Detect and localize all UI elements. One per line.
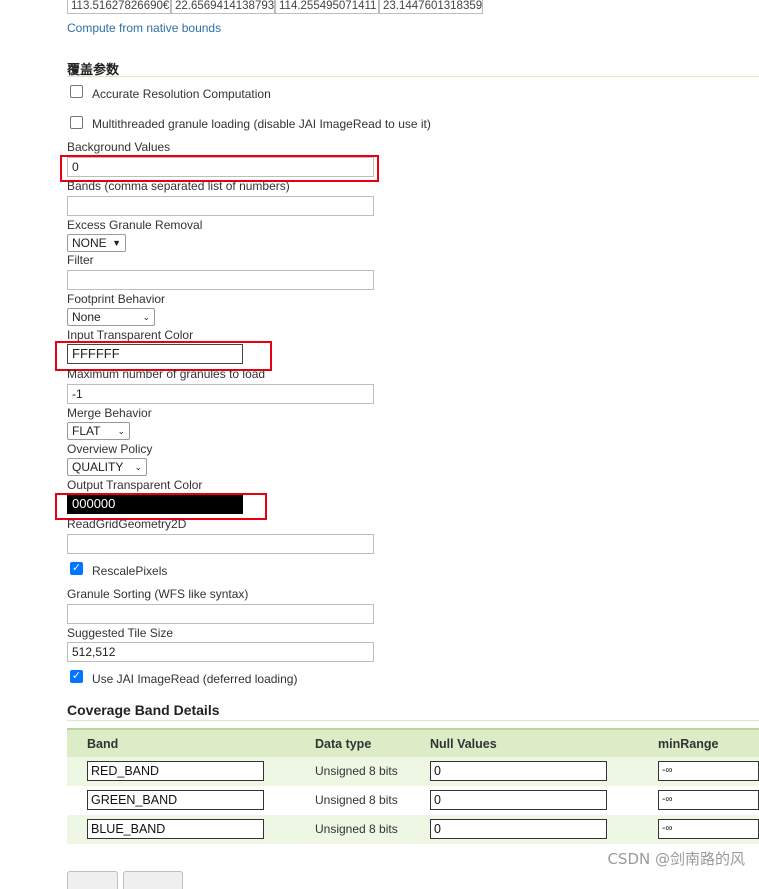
min-range-input[interactable]: -∞	[658, 819, 759, 839]
column-header-data-type: Data type	[315, 737, 372, 751]
overview-policy-select[interactable]: QUALITY ⌄	[67, 458, 147, 476]
save-button[interactable]	[67, 871, 118, 889]
band-name-input[interactable]: GREEN_BAND	[87, 790, 264, 810]
band-name-input[interactable]: BLUE_BAND	[87, 819, 264, 839]
excess-granule-removal-label: Excess Granule Removal	[67, 218, 203, 232]
null-value-input[interactable]: 0	[430, 761, 607, 781]
null-value-input[interactable]: 0	[430, 790, 607, 810]
cancel-button[interactable]	[123, 871, 183, 889]
chevron-down-icon: ▼	[112, 238, 121, 248]
excess-granule-removal-select[interactable]: NONE ▼	[67, 234, 126, 252]
rescale-pixels-checkbox[interactable]: ✓	[70, 562, 83, 575]
excess-granule-removal-value: NONE	[72, 236, 107, 250]
table-row: RED_BAND Unsigned 8 bits 0 -∞	[67, 757, 759, 786]
band-name-input[interactable]: RED_BAND	[87, 761, 264, 781]
null-value-input[interactable]: 0	[430, 819, 607, 839]
band-details-title: Coverage Band Details	[67, 702, 220, 718]
footprint-behavior-value: None	[72, 310, 101, 324]
filter-input[interactable]	[67, 270, 374, 290]
data-type-cell: Unsigned 8 bits	[315, 822, 398, 836]
suggested-tile-size-input[interactable]: 512,512	[67, 642, 374, 662]
read-grid-geometry-label: ReadGridGeometry2D	[67, 517, 187, 531]
chevron-down-icon: ⌄	[134, 462, 142, 472]
granule-sorting-input[interactable]	[67, 604, 374, 624]
chevron-down-icon: ⌄	[142, 312, 150, 322]
column-header-band: Band	[87, 737, 119, 751]
use-jai-checkbox[interactable]: ✓	[70, 670, 83, 683]
accurate-resolution-label: Accurate Resolution Computation	[92, 87, 271, 101]
bands-input[interactable]	[67, 196, 374, 216]
overview-policy-value: QUALITY	[72, 460, 124, 474]
data-type-cell: Unsigned 8 bits	[315, 764, 398, 778]
rescale-pixels-label: RescalePixels	[92, 564, 168, 578]
bbox-maxy-input[interactable]: 23.1447601318359	[379, 0, 483, 14]
granule-sorting-label: Granule Sorting (WFS like syntax)	[67, 587, 249, 601]
footprint-behavior-label: Footprint Behavior	[67, 292, 166, 306]
use-jai-label: Use JAI ImageRead (deferred loading)	[92, 672, 298, 686]
bands-label: Bands (comma separated list of numbers)	[67, 179, 290, 193]
compute-native-bounds-link[interactable]: Compute from native bounds	[67, 21, 221, 35]
max-granules-input[interactable]: -1	[67, 384, 374, 404]
data-type-cell: Unsigned 8 bits	[315, 793, 398, 807]
chevron-down-icon: ⌄	[117, 426, 125, 436]
suggested-tile-size-label: Suggested Tile Size	[67, 626, 174, 640]
merge-behavior-value: FLAT	[72, 424, 101, 438]
output-transparent-color-label: Output Transparent Color	[67, 478, 203, 492]
multithreaded-label: Multithreaded granule loading (disable J…	[92, 117, 431, 131]
min-range-input[interactable]: -∞	[658, 790, 759, 810]
bbox-row: 113.51627826690€ 22.6569414138793 114.25…	[67, 0, 483, 14]
filter-label: Filter	[67, 253, 94, 267]
input-transparent-color-label: Input Transparent Color	[67, 328, 194, 342]
table-header: Band Data type Null Values minRange	[67, 728, 759, 757]
footprint-behavior-select[interactable]: None ⌄	[67, 308, 155, 326]
bbox-minx-input[interactable]: 113.51627826690€	[67, 0, 171, 14]
background-values-label: Background Values	[67, 140, 171, 154]
section-divider	[67, 720, 759, 721]
table-row: GREEN_BAND Unsigned 8 bits 0 -∞	[67, 786, 759, 815]
merge-behavior-label: Merge Behavior	[67, 406, 152, 420]
bbox-maxx-input[interactable]: 114.255495071411	[275, 0, 379, 14]
highlight-box	[60, 155, 379, 182]
highlight-box	[55, 493, 267, 520]
watermark: CSDN @剑南路的风	[607, 850, 745, 868]
overview-policy-label: Overview Policy	[67, 442, 153, 456]
bbox-miny-input[interactable]: 22.6569414138793	[171, 0, 275, 14]
section-divider	[67, 76, 759, 77]
read-grid-geometry-input[interactable]	[67, 534, 374, 554]
column-header-min-range: minRange	[658, 737, 719, 751]
multithreaded-checkbox[interactable]	[70, 116, 83, 129]
table-row: BLUE_BAND Unsigned 8 bits 0 -∞	[67, 815, 759, 844]
accurate-resolution-checkbox[interactable]	[70, 85, 83, 98]
merge-behavior-select[interactable]: FLAT ⌄	[67, 422, 130, 440]
max-granules-label: Maximum number of granules to load	[67, 367, 266, 381]
column-header-null-values: Null Values	[430, 737, 497, 751]
min-range-input[interactable]: -∞	[658, 761, 759, 781]
